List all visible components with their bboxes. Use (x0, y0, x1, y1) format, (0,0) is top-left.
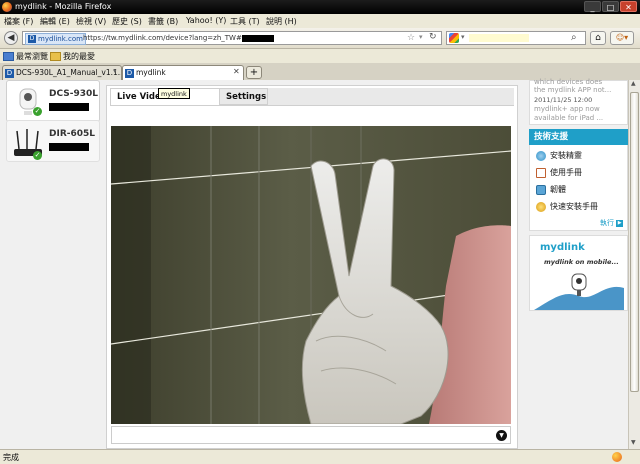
dropdown-arrow-icon[interactable]: ▾ (419, 33, 423, 41)
tab-list-icon[interactable]: ▾ (113, 67, 117, 75)
bookmark-star-icon[interactable]: ☆ (407, 33, 415, 43)
online-check-icon: ✓ (33, 151, 42, 160)
redacted-block (49, 103, 89, 111)
vertical-scrollbar[interactable]: ▲ ▼ (628, 80, 640, 449)
status-text: 完成 (3, 453, 19, 462)
chip-icon (536, 184, 546, 195)
search-box[interactable]: ▾ ⌕ (446, 31, 586, 45)
addon-status-icon[interactable] (612, 452, 622, 462)
folder-icon (3, 52, 14, 61)
gear-icon (536, 201, 546, 212)
url-bar[interactable]: Dmydlink.com https://tw.mydlink.com/devi… (22, 31, 442, 45)
document-icon (536, 167, 546, 178)
site-identity-button[interactable]: Dmydlink.com (25, 33, 86, 45)
dlink-favicon-icon: D (5, 68, 14, 78)
bookmark-most-visited[interactable]: 最常瀏覽 (3, 51, 48, 62)
news-text[interactable]: the mydlink APP not... (534, 86, 611, 94)
promo-illustration (534, 273, 624, 310)
menu-edit[interactable]: 編輯 (E) (40, 16, 70, 27)
support-more-link[interactable]: 執行 ▶ (600, 218, 624, 228)
online-check-icon: ✓ (33, 107, 42, 116)
bookmark-favorites[interactable]: 我的最愛 (50, 51, 95, 62)
promo-tagline: mydlink on mobile... (544, 258, 619, 266)
addon-icon[interactable]: ☺▾ (610, 31, 634, 45)
dlink-favicon-icon: D (125, 68, 134, 78)
video-control-bar: ▼ (111, 426, 511, 444)
support-box: 安裝精靈 使用手冊 韌體 快速安裝手冊 執行 ▶ (529, 145, 628, 231)
support-item-user-manual[interactable]: 使用手冊 (536, 167, 582, 178)
news-text[interactable]: mydlink+ app now (534, 105, 600, 113)
search-engine-icon[interactable] (449, 33, 459, 43)
menu-bookmarks[interactable]: 書籤 (B) (148, 16, 178, 27)
device-card-router[interactable]: ✓ DIR-605L (6, 120, 100, 162)
browser-tab-manual[interactable]: D DCS-930L_A1_Manual_v1.1... (2, 65, 122, 80)
news-text[interactable]: which devices does (534, 78, 602, 86)
support-item-quick-guide[interactable]: 快速安裝手冊 (536, 201, 598, 212)
back-button[interactable]: ◀ (4, 31, 18, 45)
news-date: 2011/11/25 12:00 (534, 96, 593, 104)
support-header: 技術支援 (529, 129, 628, 145)
video-options-icon[interactable]: ▼ (496, 430, 507, 441)
search-icon[interactable]: ⌕ (571, 32, 577, 43)
bookmarks-toolbar: 最常瀏覽 我的最愛 (0, 49, 640, 63)
globe-icon (536, 150, 546, 161)
window-title: mydlink - Mozilla Firefox (15, 2, 112, 11)
close-tab-icon[interactable]: ✕ (233, 67, 240, 76)
redacted-block (241, 34, 274, 42)
navigation-bar: ◀ Dmydlink.com https://tw.mydlink.com/de… (0, 28, 640, 49)
menu-view[interactable]: 檢視 (V) (76, 16, 106, 27)
device-name: DCS-930L (49, 89, 98, 99)
status-bar: 完成 (0, 449, 640, 464)
menu-help[interactable]: 說明 (H) (266, 16, 297, 27)
device-name: DIR-605L (49, 129, 96, 139)
firefox-icon (2, 2, 12, 12)
menu-yahoo[interactable]: Yahoo! (Y) (186, 16, 226, 25)
menu-history[interactable]: 歷史 (S) (112, 16, 142, 27)
support-item-firmware[interactable]: 韌體 (536, 184, 566, 195)
device-card-camera[interactable]: ✓ DCS-930L (6, 80, 100, 122)
search-engine-dropdown-icon[interactable]: ▾ (461, 33, 465, 41)
window-titlebar: mydlink - Mozilla Firefox _ □ ✕ (0, 0, 640, 14)
maximize-button[interactable]: □ (602, 1, 619, 12)
menu-tools[interactable]: 工具 (T) (230, 16, 260, 27)
reload-icon[interactable]: ↻ (429, 32, 437, 42)
menu-bar: 檔案 (F) 編輯 (E) 檢視 (V) 歷史 (S) 書籤 (B) Yahoo… (0, 14, 640, 28)
live-video-feed[interactable] (111, 126, 511, 424)
scroll-down-icon[interactable]: ▼ (631, 439, 636, 446)
close-window-button[interactable]: ✕ (620, 1, 637, 12)
folder-icon (50, 52, 61, 61)
news-box: which devices does the mydlink APP not..… (529, 78, 628, 125)
menu-file[interactable]: 檔案 (F) (4, 16, 33, 27)
tab-settings[interactable]: Settings (220, 88, 268, 105)
browser-tab-mydlink[interactable]: Dmydlink (122, 65, 244, 80)
scrollbar-thumb[interactable] (630, 92, 639, 392)
new-tab-button[interactable]: + (246, 66, 262, 79)
mydlink-promo[interactable]: mydlink mydlink on mobile... (529, 235, 628, 311)
mydlink-logo: mydlink (540, 242, 585, 253)
search-input[interactable] (469, 34, 529, 42)
support-item-setup-wizard[interactable]: 安裝精靈 (536, 150, 582, 161)
news-text[interactable]: available for iPad ... (534, 114, 603, 122)
minimize-button[interactable]: _ (584, 1, 601, 12)
scroll-up-icon[interactable]: ▲ (631, 80, 636, 87)
arrow-right-icon: ▶ (616, 219, 624, 227)
redacted-block (49, 143, 89, 151)
dlink-favicon-icon: D (28, 35, 36, 43)
tooltip: mydlink (158, 88, 190, 99)
url-text: https://tw.mydlink.com/device?lang=zh_TW… (83, 34, 274, 42)
home-icon[interactable]: ⌂ (590, 31, 606, 45)
video-frame-image (111, 126, 511, 424)
